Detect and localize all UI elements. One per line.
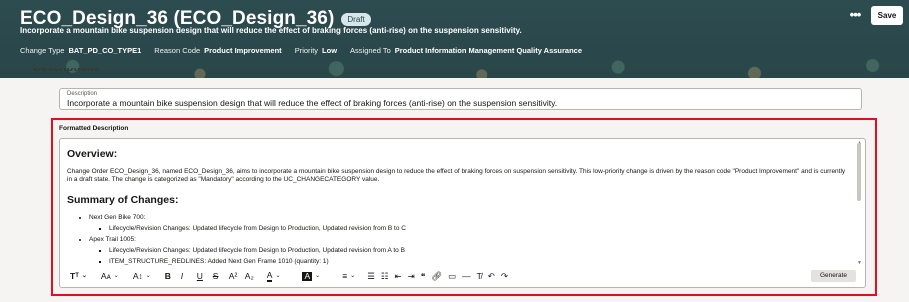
highlight-color-icon[interactable]: A ⌄ <box>302 270 320 282</box>
save-button[interactable]: Save <box>871 6 903 25</box>
scroll-thumb[interactable] <box>857 143 861 201</box>
overview-heading: Overview: <box>67 148 118 160</box>
overview-paragraph: Change Order ECO_Design_36, named ECO_De… <box>67 168 846 183</box>
page-subtitle: Incorporate a mountain bike suspension d… <box>20 26 522 35</box>
meta-priority: Priority Low <box>294 46 338 55</box>
indent-icon[interactable]: ⇥ <box>408 270 415 282</box>
list-item: Lifecycle/Revision Changes: Updated life… <box>109 225 852 233</box>
clear-format-icon[interactable]: T̸ <box>477 270 482 282</box>
meta-row: Change Type BAT_PD_CO_TYPE1 Reason Code Pr… <box>20 46 595 55</box>
outdent-icon[interactable]: ⇤ <box>394 270 401 282</box>
italic-icon[interactable]: I <box>181 270 191 282</box>
more-horizontal-icon[interactable]: ••• <box>846 8 864 24</box>
description-field[interactable]: Description Incorporate a mountain bike … <box>59 88 862 110</box>
meta-reason-code: Reason Code Product Improvement <box>154 46 282 55</box>
numbered-list-icon[interactable]: ☷ <box>381 270 389 282</box>
editor-toolbar: Tᵀ ⌄ Aᴀ ⌄ A↕ ⌄ B I U S A² A₂ A ⌄ A ⌄ ≡ ⌄ ☰ ☷ ⇤… <box>70 269 855 283</box>
font-size-icon[interactable]: A↕ ⌄ <box>133 270 151 282</box>
insert-media-icon[interactable]: ▭ <box>448 270 456 282</box>
status-badge: Draft <box>341 12 371 26</box>
rich-text-editor[interactable]: Overview: Change Order ECO_Design_36, na… <box>59 138 866 288</box>
scroll-down-icon[interactable]: ▼ <box>857 260 862 266</box>
redo-icon[interactable]: ↷ <box>501 270 508 282</box>
list-item: ITEM_STRUCTURE_REDLINES: Added Next Gen … <box>109 258 852 266</box>
undo-icon[interactable]: ↶ <box>488 270 495 282</box>
blockquote-icon[interactable]: ❝ <box>421 270 426 282</box>
strikethrough-icon[interactable]: S <box>213 270 223 282</box>
sub-list: Lifecycle/Revision Changes: Updated life… <box>89 247 852 266</box>
main-content: Descriptions Description Incorporate a m… <box>0 68 909 302</box>
page-header: ECO_Design_36 (ECO_Design_36) Draft Inco… <box>0 0 909 78</box>
underline-icon[interactable]: U <box>197 270 207 282</box>
section-heading-descriptions: Descriptions <box>33 68 100 74</box>
list-item: Lifecycle/Revision Changes: Updated life… <box>109 247 852 255</box>
editor-scrollbar[interactable]: ▲ ▼ <box>857 140 862 266</box>
bulleted-list-icon[interactable]: ☰ <box>367 270 375 282</box>
formatted-description-label: Formatted Description <box>59 125 129 132</box>
summary-list: Next Gen Bike 700: Lifecycle/Revision Ch… <box>67 214 852 266</box>
align-left-icon[interactable]: ≡ ⌄ <box>342 270 355 282</box>
font-color-icon[interactable]: A ⌄ <box>266 270 280 282</box>
description-label: Description <box>67 91 98 97</box>
meta-change-type: Change Type BAT_PD_CO_TYPE1 <box>20 46 142 55</box>
subscript-icon[interactable]: A₂ <box>245 270 257 282</box>
superscript-icon[interactable]: A² <box>229 270 241 282</box>
list-item: Apex Trail 1005: Lifecycle/Revision Chan… <box>89 236 852 266</box>
bold-icon[interactable]: B <box>165 270 175 282</box>
description-value[interactable]: Incorporate a mountain bike suspension d… <box>67 98 854 109</box>
link-icon[interactable]: 🔗︎ <box>431 270 442 282</box>
font-family-icon[interactable]: Aᴀ ⌄ <box>101 270 119 282</box>
horizontal-rule-icon[interactable]: — <box>462 270 471 282</box>
meta-assigned-to: Assigned To Product Information Managemen… <box>350 46 583 55</box>
editor-content[interactable]: Overview: Change Order ECO_Design_36, na… <box>67 148 852 266</box>
heading-format-icon[interactable]: Tᵀ ⌄ <box>70 270 87 282</box>
summary-heading: Summary of Changes: <box>67 194 179 206</box>
sub-list: Lifecycle/Revision Changes: Updated life… <box>89 225 852 233</box>
list-item: Next Gen Bike 700: Lifecycle/Revision Ch… <box>89 214 852 233</box>
generate-button[interactable]: Generate <box>811 270 856 282</box>
